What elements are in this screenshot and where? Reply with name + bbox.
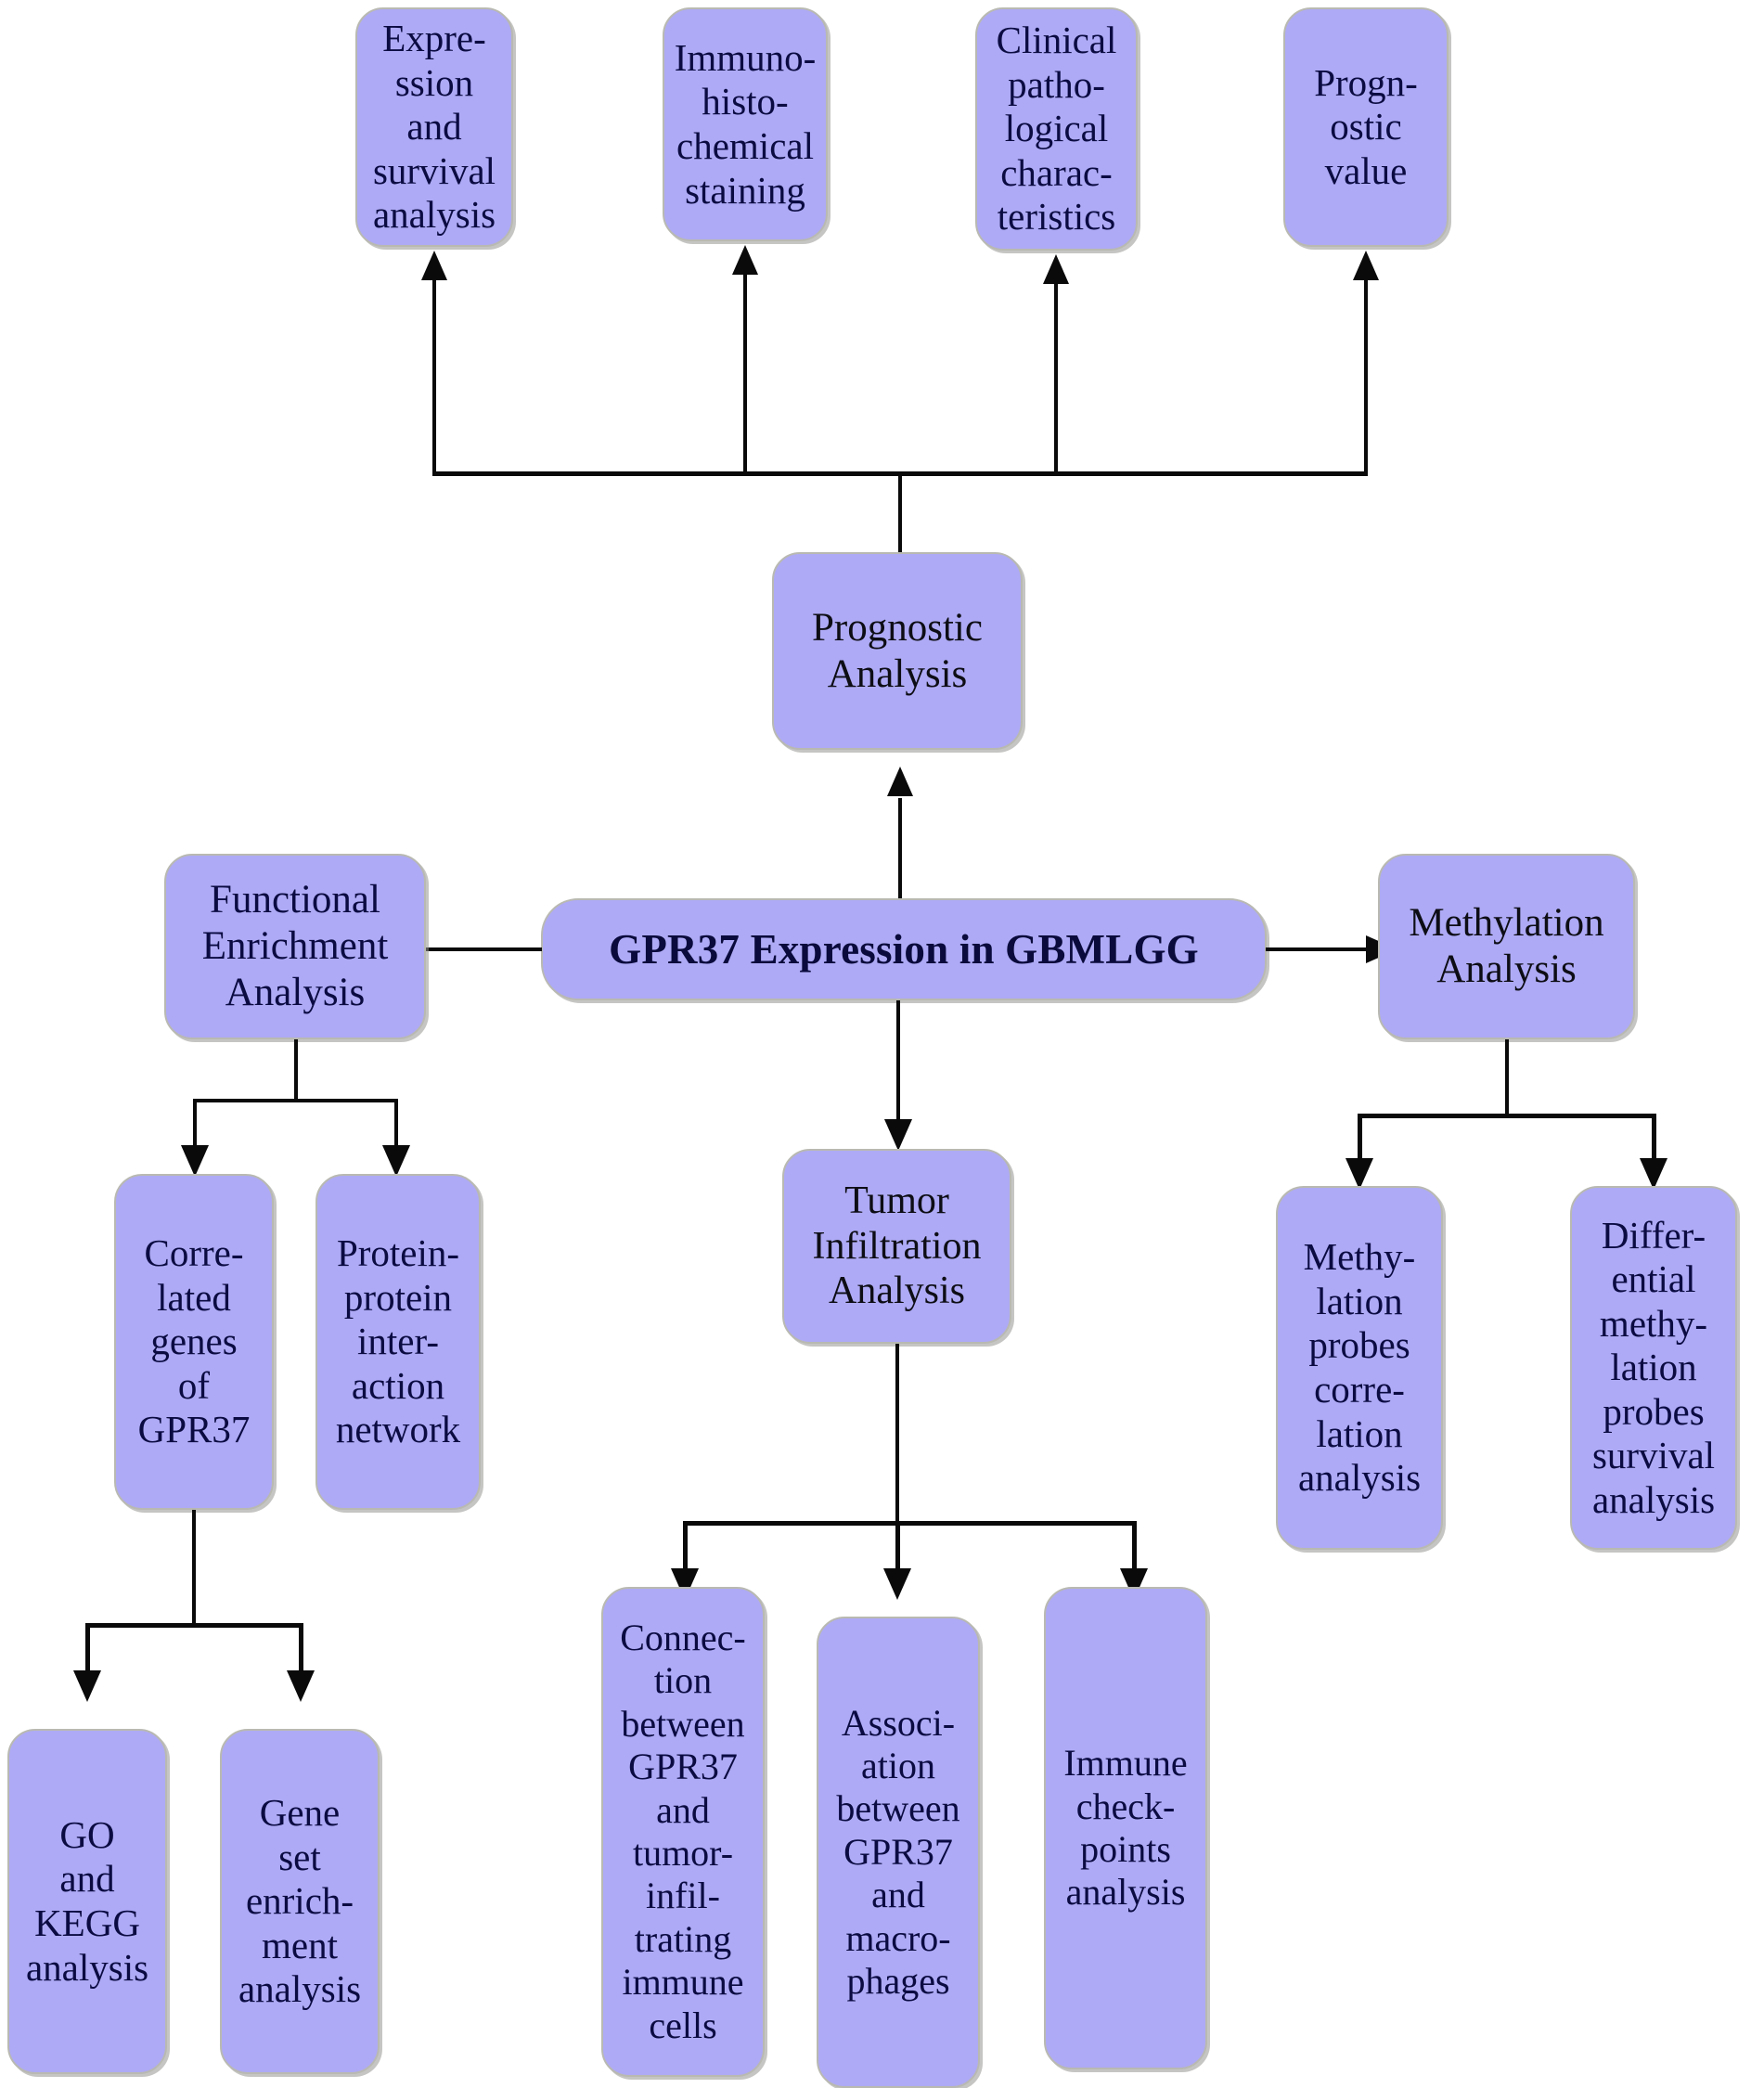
arrowhead-down-ppi-network <box>382 1145 410 1177</box>
arrowhead-down-gsea <box>287 1670 315 1702</box>
node-expression-survival-analysis[interactable]: Expre- ssion and survival analysis <box>355 7 513 247</box>
connector-line-to-ihc <box>743 275 747 475</box>
node-correlated-genes-of-gpr37[interactable]: Corre- lated genes of GPR37 <box>114 1174 274 1510</box>
node-functional-enrichment-analysis[interactable]: Functional Enrichment Analysis <box>164 854 426 1039</box>
arrowhead-down-go-kegg <box>73 1670 101 1702</box>
node-prognostic-value[interactable]: Progn- ostic value <box>1283 7 1449 247</box>
node-clinical-pathological-characteristics[interactable]: Clinical patho- logical charac- teristic… <box>975 7 1138 251</box>
node-label: Immuno- histo- chemical staining <box>674 35 817 212</box>
connector-prognostic-to-bus <box>898 471 902 553</box>
node-protein-protein-interaction-network[interactable]: Protein- protein inter- action network <box>315 1174 481 1510</box>
connector-fe-bus <box>193 1099 398 1102</box>
node-connection-gpr37-tumor-infiltrating-immune-cells[interactable]: Connec- tion between GPR37 and tumor- in… <box>601 1587 765 2077</box>
node-label: Immune check- points analysis <box>1063 1742 1188 1914</box>
connector-me-bus <box>1358 1114 1656 1118</box>
node-gene-set-enrichment-analysis[interactable]: Gene set enrich- ment analysis <box>220 1729 380 2074</box>
node-label: Differ- ential methy- lation probes surv… <box>1591 1213 1716 1521</box>
arrowhead-up-ihc <box>732 245 758 275</box>
arrowhead-up-expression <box>421 251 447 280</box>
connector-line-to-clinical <box>1054 282 1058 475</box>
arrowhead-down-probes-correlation <box>1346 1158 1373 1190</box>
node-label: Prognostic Analysis <box>812 605 983 696</box>
node-methylation-analysis[interactable]: Methylation Analysis <box>1378 854 1635 1039</box>
node-label: Expre- ssion and survival analysis <box>372 17 496 237</box>
connector-root-to-prognostic <box>898 798 902 902</box>
arrowhead-up-prognostic-analysis <box>887 767 913 796</box>
node-label: Clinical patho- logical charac- teristic… <box>996 19 1117 238</box>
node-label: Methy- lation probes corre- lation analy… <box>1297 1235 1422 1500</box>
node-prognostic-analysis[interactable]: Prognostic Analysis <box>772 552 1023 750</box>
node-label: Tumor Infiltration Analysis <box>812 1179 982 1313</box>
connector-line-to-expression <box>432 278 436 475</box>
node-label: Corre- lated genes of GPR37 <box>137 1231 251 1451</box>
connector-me-stem <box>1505 1039 1509 1116</box>
node-label: Gene set enrich- ment analysis <box>238 1791 362 2011</box>
node-methylation-probes-correlation-analysis[interactable]: Methy- lation probes corre- lation analy… <box>1276 1186 1443 1550</box>
node-label: GO and KEGG analysis <box>25 1812 149 1989</box>
node-label: GPR37 Expression in GBMLGG <box>609 925 1199 973</box>
flowchart-canvas: Expre- ssion and survival analysis Immun… <box>0 0 1764 2088</box>
node-label: Protein- protein inter- action network <box>335 1231 461 1451</box>
connector-ti-stem <box>895 1344 899 1529</box>
node-label: Connec- tion between GPR37 and tumor- in… <box>620 1617 746 2046</box>
connector-line-to-prognostic-value <box>1364 278 1368 475</box>
arrowhead-down-correlated-genes <box>181 1145 209 1177</box>
node-association-gpr37-macrophages[interactable]: Associ- ation between GPR37 and macro- p… <box>817 1617 980 2088</box>
node-label: Methylation Analysis <box>1409 901 1604 991</box>
node-immune-checkpoints-analysis[interactable]: Immune check- points analysis <box>1044 1587 1207 2069</box>
arrowhead-down-association-macrophages <box>883 1568 911 1600</box>
arrowhead-up-prognostic-value <box>1353 251 1379 280</box>
connector-ti-bus <box>683 1521 1137 1526</box>
node-label: Functional Enrichment Analysis <box>201 878 389 1014</box>
connector-fe-stem <box>294 1039 298 1102</box>
node-label: Associ- ation between GPR37 and macro- p… <box>836 1701 960 2002</box>
node-immunohistochemical-staining[interactable]: Immuno- histo- chemical staining <box>663 7 828 241</box>
arrowhead-up-clinical <box>1043 254 1069 284</box>
node-root-gpr37-expression[interactable]: GPR37 Expression in GBMLGG <box>541 898 1267 1000</box>
arrowhead-down-tumor-infiltration <box>884 1119 912 1151</box>
arrowhead-down-differential-survival <box>1640 1158 1667 1190</box>
connector-cg-stem <box>192 1510 196 1626</box>
node-differential-methylation-probes-survival-analysis[interactable]: Differ- ential methy- lation probes surv… <box>1570 1186 1737 1550</box>
node-label: Progn- ostic value <box>1314 60 1418 192</box>
node-tumor-infiltration-analysis[interactable]: Tumor Infiltration Analysis <box>782 1149 1011 1344</box>
connector-cg-bus <box>85 1623 303 1628</box>
node-go-and-kegg-analysis[interactable]: GO and KEGG analysis <box>7 1729 167 2074</box>
